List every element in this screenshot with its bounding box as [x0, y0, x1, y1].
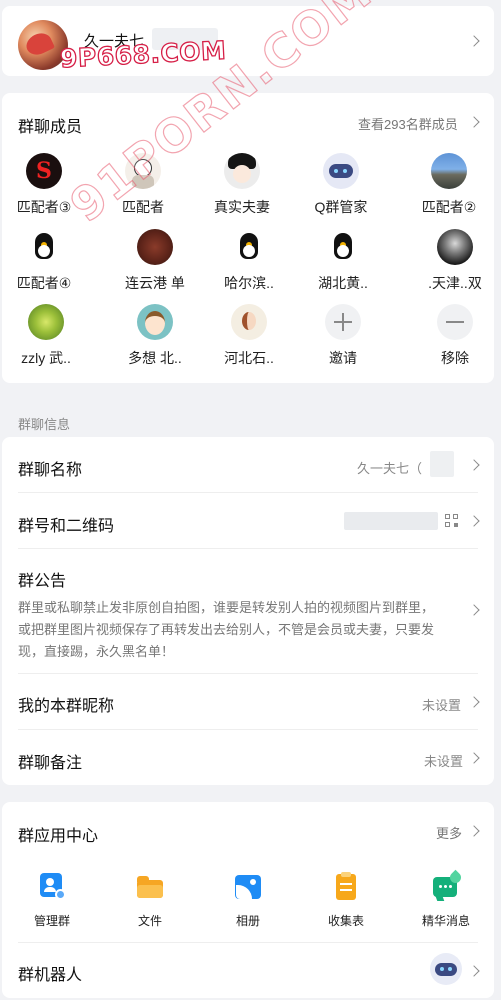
member-name: 匹配者④ — [16, 275, 72, 291]
group-info-card: 群聊名称 久一夫七（ 群号和二维码 群公告 群里或私聊禁止发非原创自拍图，谁要是… — [2, 437, 494, 785]
minus-icon — [437, 304, 473, 340]
album-icon — [233, 872, 263, 902]
app-collection-form[interactable]: 收集表 — [306, 872, 386, 929]
letter-s-avatar: S — [26, 153, 62, 189]
group-name-row[interactable]: 群聊名称 久一夫七（ — [2, 437, 494, 493]
qq-penguin-avatar — [325, 229, 361, 265]
group-robot-label: 群机器人 — [18, 967, 83, 984]
blurred-text — [430, 451, 454, 477]
group-robot-row[interactable]: 群机器人 — [2, 943, 494, 998]
app-highlights[interactable]: 精华消息 — [406, 869, 486, 929]
member-item[interactable]: 匹配者④ — [9, 229, 79, 293]
chevron-right-icon — [468, 116, 480, 128]
chevron-right-icon — [468, 604, 480, 616]
member-item[interactable]: 匹配者② — [414, 153, 484, 217]
app-files[interactable]: 文件 — [110, 872, 190, 929]
group-remark-label: 群聊备注 — [18, 755, 83, 772]
chevron-right-icon — [468, 35, 480, 47]
chevron-right-icon — [468, 515, 480, 527]
app-manage-group[interactable]: 管理群 — [12, 872, 92, 929]
group-notice-label: 群公告 — [18, 573, 67, 590]
group-apps-card: 群应用中心 更多 管理群 文件 相册 收集表 精华消息 群机器人 — [2, 802, 494, 998]
group-name-label: 群聊名称 — [18, 462, 83, 479]
member-item[interactable]: 真实夫妻 — [207, 153, 277, 217]
highlight-message-icon — [431, 869, 464, 902]
chevron-right-icon — [468, 965, 480, 977]
remove-label: 移除 — [441, 350, 469, 366]
member-item[interactable]: 湖北黄.. — [308, 229, 378, 293]
app-label: 收集表 — [327, 914, 364, 928]
group-number-label: 群号和二维码 — [18, 518, 115, 535]
view-all-members-link[interactable]: 查看293名群成员 — [358, 114, 458, 133]
flower-avatar — [28, 304, 64, 340]
member-item[interactable]: 河北石.. — [214, 304, 284, 368]
member-name: zzly 武.. — [21, 350, 71, 366]
member-name: 湖北黄.. — [318, 275, 368, 291]
app-album[interactable]: 相册 — [208, 872, 288, 929]
my-nickname-label: 我的本群昵称 — [18, 698, 115, 715]
food-avatar — [137, 229, 173, 265]
member-name: 匹配者② — [421, 199, 477, 215]
group-name-value: 久一夫七（ — [357, 461, 423, 476]
dark-photo-avatar — [437, 229, 473, 265]
member-name: 哈尔滨.. — [224, 275, 274, 291]
qq-penguin-avatar — [26, 229, 62, 265]
member-item[interactable]: 连云港 单 — [120, 229, 190, 293]
member-name: 多想 北.. — [128, 350, 182, 366]
qq-penguin-avatar — [231, 229, 267, 265]
cartoon-boy-avatar — [137, 304, 173, 340]
member-name: Q群管家 — [314, 199, 368, 215]
member-name: 真实夫妻 — [214, 199, 270, 215]
manage-group-icon — [37, 872, 67, 902]
members-title: 群聊成员 — [18, 119, 83, 136]
info-section-label: 群聊信息 — [18, 417, 71, 432]
my-nickname-value: 未设置 — [422, 698, 462, 713]
member-name: .天津..双 — [428, 275, 482, 291]
folder-icon — [135, 872, 165, 902]
app-label: 相册 — [235, 914, 260, 928]
invite-label: 邀请 — [329, 350, 357, 366]
chevron-right-icon — [468, 696, 480, 708]
member-item[interactable]: 哈尔滨.. — [214, 229, 284, 293]
anime-boy-avatar — [224, 153, 260, 189]
members-card: 群聊成员 查看293名群成员 S 匹配者③ 匹配者 真实夫妻 Q群管家 匹配者② — [2, 93, 494, 383]
remove-button[interactable]: 移除 — [420, 304, 490, 368]
invite-button[interactable]: 邀请 — [308, 304, 378, 368]
group-number-row[interactable]: 群号和二维码 — [2, 493, 494, 549]
app-label: 文件 — [137, 914, 162, 928]
member-item[interactable]: Q群管家 — [306, 153, 376, 217]
robot-avatar — [323, 153, 359, 189]
group-remark-value: 未设置 — [424, 754, 464, 769]
member-item[interactable]: zzly 武.. — [11, 304, 81, 368]
blurred-text — [344, 512, 438, 530]
more-apps-link[interactable]: 更多 — [436, 823, 462, 842]
chevron-right-icon — [468, 752, 480, 764]
clipboard-icon — [331, 872, 361, 902]
chevron-right-icon — [468, 459, 480, 471]
group-notice-text: 群里或私聊禁止发非原创自拍图，谁要是转发别人拍的视频图片到群里，或把群里图片视频… — [18, 600, 435, 659]
plus-icon — [325, 304, 361, 340]
chevron-right-icon — [468, 825, 480, 837]
member-item[interactable]: .天津..双 — [420, 229, 490, 293]
apps-title: 群应用中心 — [18, 828, 99, 845]
my-nickname-row[interactable]: 我的本群昵称 未设置 — [2, 674, 494, 730]
member-name: 河北石.. — [224, 350, 274, 366]
app-label: 精华消息 — [421, 914, 470, 928]
qr-code-icon — [445, 514, 459, 528]
landscape-avatar — [431, 153, 467, 189]
group-remark-row[interactable]: 群聊备注 未设置 — [2, 730, 494, 785]
member-item[interactable]: 多想 北.. — [120, 304, 190, 368]
member-name: 连云港 单 — [125, 275, 185, 291]
app-label: 管理群 — [33, 914, 70, 928]
drawn-portrait-avatar — [231, 304, 267, 340]
robot-icon — [430, 953, 462, 985]
